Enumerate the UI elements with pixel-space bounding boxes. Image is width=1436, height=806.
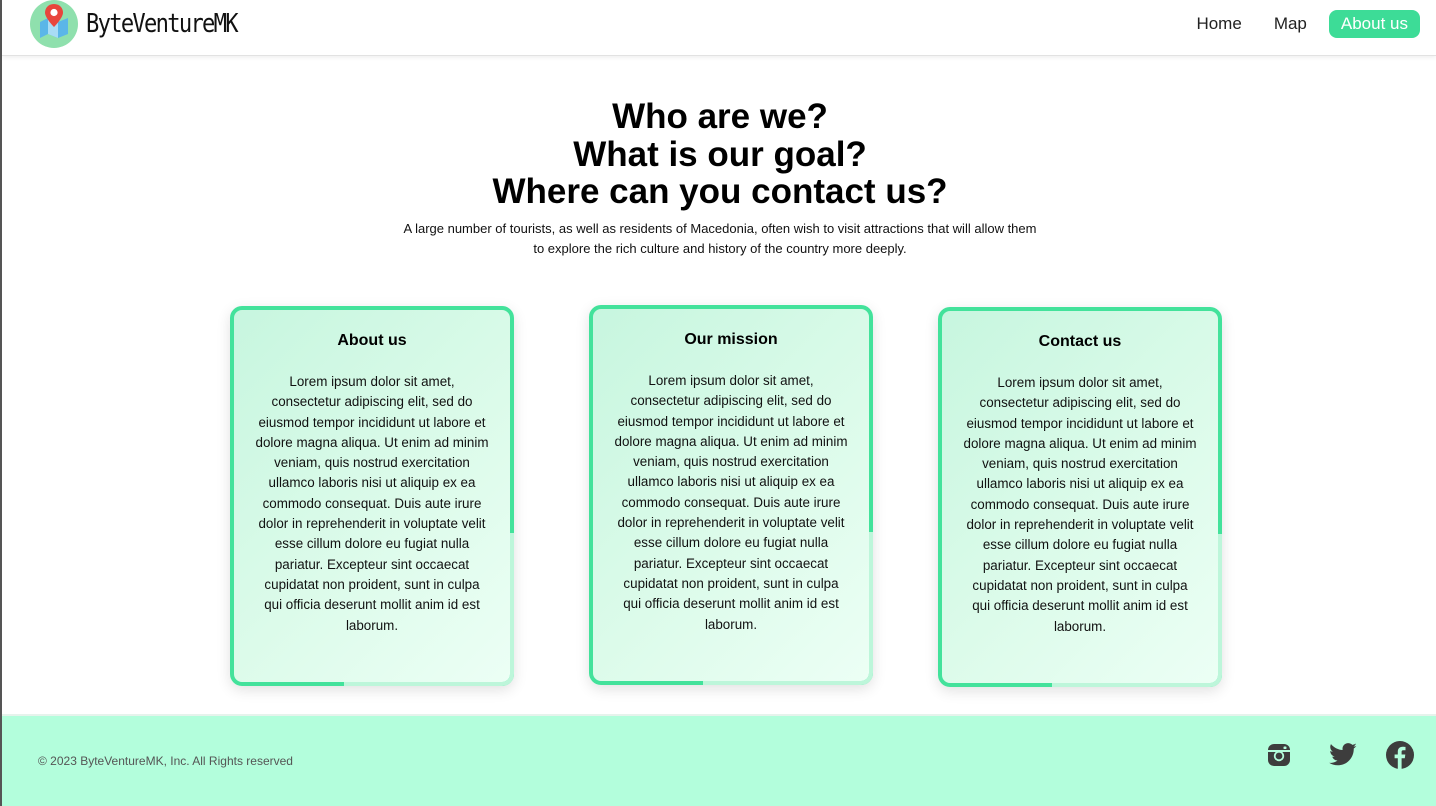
twitter-icon[interactable] — [1328, 740, 1358, 770]
hero-section: Who are we? What is our goal? Where can … — [2, 98, 1436, 259]
about-us-card: About us Lorem ipsum dolor sit amet, con… — [230, 306, 514, 686]
copyright-text: © 2023 ByteVentureMK, Inc. All Rights re… — [38, 754, 293, 768]
card-body: Lorem ipsum dolor sit amet, consectetur … — [963, 375, 1197, 634]
page-title: Who are we? What is our goal? Where can … — [2, 98, 1436, 211]
our-mission-card: Our mission Lorem ipsum dolor sit amet, … — [589, 305, 873, 685]
instagram-icon[interactable] — [1264, 740, 1294, 770]
card-title: Contact us — [1038, 333, 1122, 350]
card-body: Lorem ipsum dolor sit amet, consectetur … — [255, 374, 489, 633]
card-body: Lorem ipsum dolor sit amet, consectetur … — [614, 373, 848, 632]
nav-about-link[interactable]: About us — [1328, 10, 1420, 38]
card-title: Our mission — [684, 331, 778, 348]
title-line-contact: Where can you contact us? — [492, 172, 948, 211]
site-header: ByteVentureMK Home Map About us — [2, 0, 1436, 56]
hero-description: A large number of tourists, as well as r… — [403, 220, 1037, 256]
site-footer: © 2023 ByteVentureMK, Inc. All Rights re… — [2, 714, 1436, 806]
contact-us-card: Contact us Lorem ipsum dolor sit amet, c… — [938, 307, 1222, 687]
main-nav: Home Map About us — [1164, 10, 1420, 38]
brand-name: ByteVentureMK — [86, 9, 239, 39]
facebook-icon[interactable] — [1385, 740, 1415, 770]
title-line-who: Who are we? — [612, 97, 828, 136]
nav-map-link[interactable]: Map — [1274, 14, 1307, 34]
map-pin-logo-icon — [30, 0, 78, 48]
nav-home-link[interactable]: Home — [1196, 14, 1241, 34]
brand-logo-link[interactable]: ByteVentureMK — [30, 0, 264, 48]
title-line-goal: What is our goal? — [573, 134, 867, 174]
card-title: About us — [337, 332, 407, 349]
